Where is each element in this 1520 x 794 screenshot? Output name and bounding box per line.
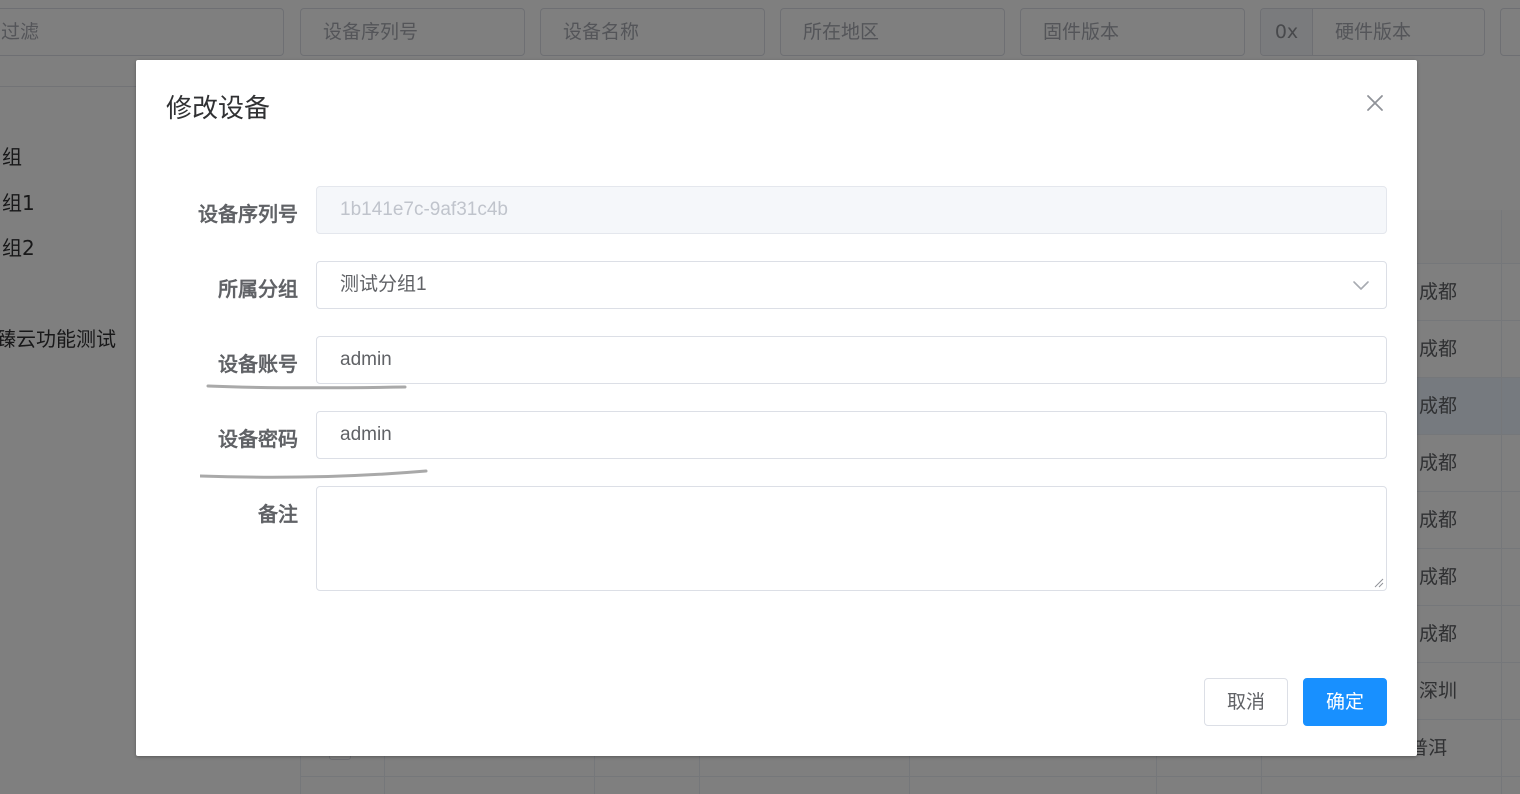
remark-label: 备注 [258, 502, 298, 526]
annotation-underline [200, 384, 428, 479]
account-input[interactable]: admin [316, 336, 1387, 384]
close-button[interactable] [1362, 90, 1388, 116]
chevron-down-icon [1353, 281, 1369, 290]
resize-grip-icon[interactable] [1372, 576, 1384, 588]
confirm-button[interactable]: 确定 [1303, 678, 1387, 726]
serial-input: 1b141e7c-9af31c4b [316, 186, 1387, 234]
group-label: 所属分组 [218, 277, 298, 301]
cancel-button[interactable]: 取消 [1204, 678, 1288, 726]
dialog-title: 修改设备 [166, 94, 271, 124]
close-icon [1367, 95, 1383, 111]
account-label: 设备账号 [218, 352, 298, 376]
group-select-value: 测试分组1 [340, 274, 427, 295]
group-select[interactable]: 测试分组1 [316, 261, 1387, 309]
serial-label: 设备序列号 [198, 202, 298, 226]
remark-textarea[interactable] [316, 486, 1387, 591]
password-input[interactable]: admin [316, 411, 1387, 459]
